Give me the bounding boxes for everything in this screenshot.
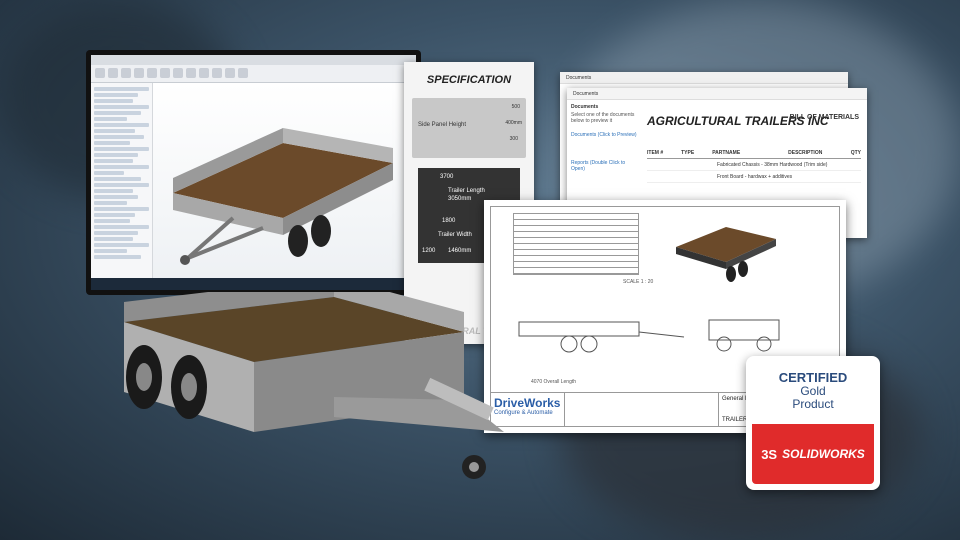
scale-label: SCALE 1 : 20 (623, 279, 654, 285)
trailer-length-label: Trailer Length (448, 188, 485, 194)
trailer-iso-icon (676, 227, 776, 282)
documents-list-title: Documents (571, 104, 599, 110)
bom-row-desc: Fabricated Chassis - 38mm Hardwood (Trim… (717, 162, 828, 168)
dim-500: 500 (511, 104, 520, 110)
spec-side-view: Side Panel Height 500 400mm 300 (412, 98, 526, 158)
solidworks-title-bar (91, 55, 416, 65)
bom-title-bar: Documents (567, 88, 867, 100)
documents-link[interactable]: Documents (Click to Preview) (571, 132, 639, 138)
graphics-area (153, 83, 416, 278)
dim-1200: 1200 (422, 248, 436, 254)
solidworks-wordmark: SOLIDWORKS (782, 447, 865, 461)
title-block-middle (565, 393, 719, 426)
documents-instruction: Select one of the documents below to pre… (571, 112, 635, 124)
side-panel-label: Side Panel Height (418, 122, 467, 128)
monitor (86, 50, 421, 295)
dim-3700: 3700 (440, 174, 454, 180)
dim-400: 400mm (505, 120, 522, 126)
bom-row-desc: Front Board - hardwax + additives (717, 174, 793, 180)
trailer-width-value: 1460mm (448, 248, 472, 254)
badge-text: CERTIFIED Gold Product (746, 356, 880, 424)
solidworks-screen (91, 55, 416, 290)
bom-col-type: TYPE (681, 150, 695, 156)
spec-title: SPECIFICATION (426, 74, 512, 86)
trailer-width-label: Trailer Width (438, 232, 472, 238)
trailer-length-value: 3050mm (448, 196, 472, 202)
bom-row: Fabricated Chassis - 38mm Hardwood (Trim… (647, 159, 861, 171)
bom-col-qty: QTY (850, 150, 861, 156)
feature-tree (91, 83, 153, 278)
trailer-render-icon (124, 292, 504, 479)
reports-link[interactable]: Reports (Double Click to Open) (571, 160, 639, 172)
badge-product: Product (792, 397, 834, 411)
parts-table (513, 213, 639, 275)
bom-header-row: ITEM # TYPE PARTNAME DESCRIPTION QTY (647, 150, 861, 159)
bom-heading: BILL OF MATERIALS (789, 114, 859, 121)
taskbar (91, 278, 416, 290)
trailer-model-icon (173, 128, 393, 265)
dim-1800: 1800 (442, 218, 456, 224)
bom-col-partname: PARTNAME (712, 150, 741, 156)
bom-col-item: ITEM # (647, 150, 664, 156)
documents-title-bar: Documents (560, 72, 848, 84)
certified-gold-badge: CERTIFIED Gold Product 3S SOLIDWORKS (746, 356, 880, 490)
badge-certified: CERTIFIED (778, 370, 848, 385)
solidworks-logo: 3S SOLIDWORKS (752, 424, 874, 484)
ds-logo-icon: 3S (761, 446, 778, 462)
dim-300: 300 (509, 136, 518, 142)
overall-length-label: 4070 Overall Length (531, 379, 577, 385)
solidworks-ribbon (91, 65, 416, 83)
bom-col-description: DESCRIPTION (788, 150, 823, 156)
bom-row: Front Board - hardwax + additives (647, 171, 861, 183)
